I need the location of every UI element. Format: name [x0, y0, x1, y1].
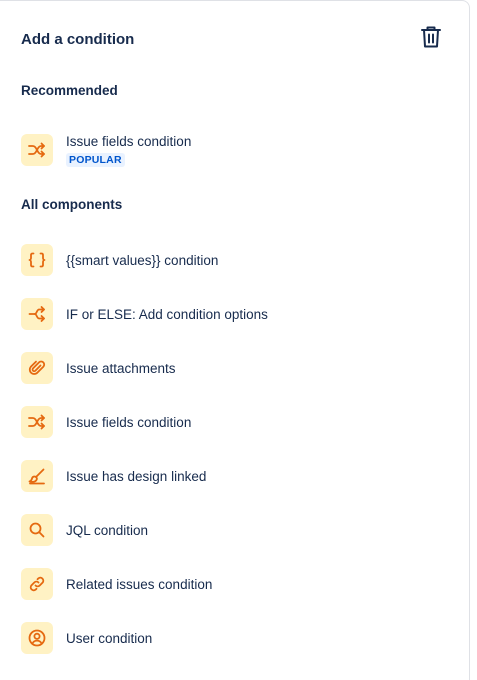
- component-label: IF or ELSE: Add condition options: [66, 306, 268, 322]
- shuffle-icon: [21, 134, 53, 166]
- item-text: Issue attachments: [66, 361, 176, 376]
- component-item-user-condition[interactable]: User condition: [21, 621, 152, 655]
- item-text: User condition: [66, 631, 152, 646]
- item-text: Issue has design linked: [66, 469, 206, 484]
- component-label: Issue fields condition: [66, 133, 192, 149]
- component-label: User condition: [66, 630, 153, 646]
- design-pen-icon: [21, 460, 53, 492]
- component-item-issue-attachments[interactable]: Issue attachments: [21, 351, 176, 385]
- component-label: Issue attachments: [66, 360, 176, 376]
- component-label: {{smart values}} condition: [66, 252, 219, 268]
- braces-icon: [21, 244, 53, 276]
- component-item-issue-fields-recommended[interactable]: Issue fields condition POPULAR: [21, 133, 191, 167]
- section-heading-all-components: All components: [21, 197, 123, 212]
- component-item-issue-design-linked[interactable]: Issue has design linked: [21, 459, 206, 493]
- component-item-jql-condition[interactable]: JQL condition: [21, 513, 148, 547]
- paperclip-icon: [21, 352, 53, 384]
- search-icon: [21, 514, 53, 546]
- link-icon: [21, 568, 53, 600]
- component-label: Issue fields condition: [66, 414, 192, 430]
- component-label: Issue has design linked: [66, 468, 207, 484]
- component-item-if-else[interactable]: IF or ELSE: Add condition options: [21, 297, 268, 331]
- branch-icon: [21, 298, 53, 330]
- popular-badge: POPULAR: [66, 152, 125, 167]
- user-icon: [21, 622, 53, 654]
- section-heading-recommended: Recommended: [21, 83, 118, 98]
- component-label: Related issues condition: [66, 576, 213, 592]
- item-text: Issue fields condition: [66, 415, 191, 430]
- add-condition-panel: Add a condition Recommended Issue fields…: [0, 0, 470, 680]
- item-text: Related issues condition: [66, 577, 212, 592]
- component-label: JQL condition: [66, 522, 149, 538]
- component-item-related-issues[interactable]: Related issues condition: [21, 567, 212, 601]
- trash-icon[interactable]: [418, 23, 444, 51]
- item-text: IF or ELSE: Add condition options: [66, 307, 268, 322]
- component-item-smart-values[interactable]: {{smart values}} condition: [21, 243, 218, 277]
- shuffle-icon: [21, 406, 53, 438]
- item-text: {{smart values}} condition: [66, 253, 218, 268]
- item-text: Issue fields condition POPULAR: [66, 134, 191, 167]
- panel-title: Add a condition: [21, 31, 135, 48]
- item-text: JQL condition: [66, 523, 148, 538]
- component-item-issue-fields[interactable]: Issue fields condition: [21, 405, 191, 439]
